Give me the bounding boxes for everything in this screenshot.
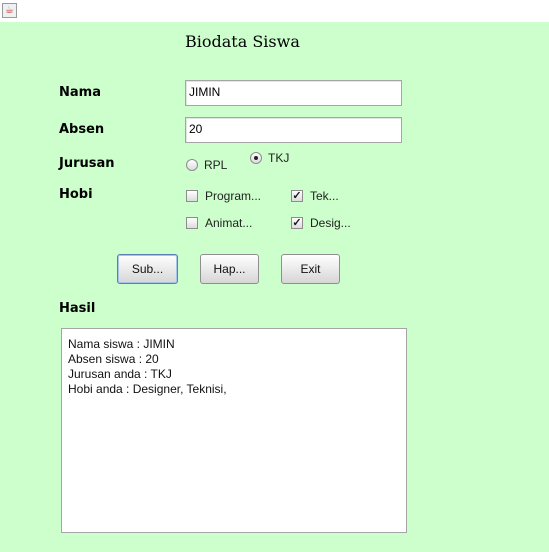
checkbox-animator[interactable]: Animat... [186, 216, 252, 230]
checkbox-programmer[interactable]: Program... [186, 189, 261, 203]
result-line: Nama siswa : JIMIN [68, 337, 175, 351]
checkbox-designer-label: Desig... [310, 216, 351, 230]
exit-button[interactable]: Exit [281, 254, 340, 284]
hasil-label: Hasil [59, 301, 96, 316]
checkbox-designer-box[interactable]: ✓ [291, 217, 303, 229]
radio-tkj-indicator[interactable] [250, 152, 262, 164]
checkbox-teknisi-box[interactable]: ✓ [291, 190, 303, 202]
checkbox-teknisi-label: Tek... [310, 189, 339, 203]
result-line: Jurusan anda : TKJ [68, 367, 172, 381]
radio-rpl[interactable]: RPL [186, 158, 227, 172]
result-line: Absen siswa : 20 [68, 352, 159, 366]
checkbox-programmer-box[interactable] [186, 190, 198, 202]
checkbox-teknisi[interactable]: ✓ Tek... [291, 189, 339, 203]
java-cup-icon[interactable]: ☕ [2, 3, 17, 18]
absen-input[interactable]: 20 [185, 117, 402, 143]
submit-button[interactable]: Sub... [117, 254, 178, 284]
form-title: Biodata Siswa [185, 32, 300, 51]
checkbox-animator-label: Animat... [205, 216, 253, 230]
radio-rpl-label: RPL [204, 158, 228, 172]
result-line: Hobi anda : Designer, Teknisi, [68, 382, 227, 396]
checkbox-designer[interactable]: ✓ Desig... [291, 216, 351, 230]
checkbox-programmer-label: Program... [205, 189, 262, 203]
radio-rpl-indicator[interactable] [186, 159, 198, 171]
radio-tkj-label: TKJ [268, 151, 290, 165]
checkbox-animator-box[interactable] [186, 217, 198, 229]
absen-label: Absen [59, 122, 105, 137]
radio-tkj[interactable]: TKJ [250, 151, 289, 165]
hobi-label: Hobi [59, 187, 93, 202]
nama-label: Nama [59, 85, 101, 100]
result-textarea[interactable]: Nama siswa : JIMIN Absen siswa : 20 Juru… [61, 328, 407, 533]
window-titlebar: ☕ [0, 0, 549, 22]
nama-input[interactable]: JIMIN [185, 80, 402, 106]
jurusan-label: Jurusan [59, 156, 115, 171]
hapus-button[interactable]: Hap... [200, 254, 259, 284]
